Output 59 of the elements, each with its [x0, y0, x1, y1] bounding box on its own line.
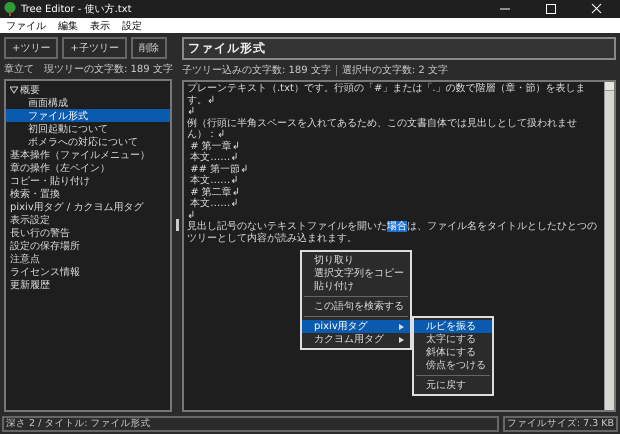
text-line: 本文……↲ [189, 152, 240, 164]
menu-bar-item[interactable]: ファイル [6, 18, 46, 32]
text-line: ↲ [187, 210, 196, 221]
text-line: ## 第一節↲ [189, 164, 250, 174]
tree-item[interactable]: 検索・置換 [6, 187, 170, 200]
text-line: 本文……↲ [189, 198, 240, 210]
tree-item[interactable]: pixiv用タグ / カクヨム用タグ [6, 200, 170, 213]
tree-icon [4, 2, 16, 16]
section-label: 章立て [4, 62, 34, 76]
menu-bar-item[interactable]: 表示 [90, 18, 110, 32]
char-count: 現ツリーの文字数: 189 文字 [44, 62, 173, 76]
tree-item[interactable]: ライセンス情報 [6, 265, 170, 278]
menu-bar-item[interactable]: 設定 [122, 18, 142, 32]
menu-item[interactable]: 選択文字列をコピー [302, 267, 410, 280]
submenu-item[interactable]: カクヨム用タグ [302, 333, 410, 346]
text-line: # 第二章↲ [189, 186, 242, 198]
menu-bar-item[interactable]: 編集 [58, 18, 78, 32]
menu-item[interactable]: 元に戻す [414, 379, 492, 392]
menu-item[interactable]: 傍点をつける [414, 359, 492, 372]
text-line: ↲ [187, 106, 196, 118]
tree-item[interactable]: 注意点 [6, 252, 170, 265]
text-line: 本文……↲ [189, 175, 240, 186]
tree-item[interactable]: コピー・貼り付け [6, 174, 170, 187]
selection-count: 選択中の文字数: 2 文字 [342, 64, 448, 77]
tree-item[interactable]: 章の操作（左ペイン） [6, 161, 170, 174]
toolbar-button[interactable]: +子ツリー [62, 37, 127, 59]
menu-item[interactable]: 太字にする [414, 333, 492, 346]
text-line: 例（行頭に半角スペースを入れてあるため、この文書自体では見出しとして扱われません）：↲ [187, 118, 578, 140]
tree-item[interactable]: 初回起動について [6, 122, 170, 135]
status-text: 深さ 2 / タイトル: ファイル形式 [2, 416, 499, 432]
submenu-arrow-icon [399, 336, 404, 342]
scrollbar[interactable] [604, 82, 614, 410]
menu-item[interactable]: 斜体にする [414, 346, 492, 359]
toolbar-button[interactable]: +ツリー [4, 37, 58, 59]
splitter-handle[interactable] [176, 218, 178, 230]
tree-item[interactable]: 画面構成 [6, 96, 170, 109]
tree-item[interactable]: 更新履歴 [6, 278, 170, 291]
file-size: ファイルサイズ: 7.3 KB [502, 416, 618, 432]
tree-item[interactable]: 概要 [6, 83, 170, 96]
text-line: # 第一章↲ [189, 140, 242, 152]
menu-item[interactable]: 貼り付け [302, 280, 410, 293]
tree-item[interactable]: ファイル形式 [6, 109, 170, 122]
submenu-arrow-icon [399, 324, 404, 330]
toolbar-button[interactable]: 削除 [130, 37, 167, 59]
text-line: プレーンテキスト（.txt）です。行頭の「#」または「.」の数で階層（章・節）を表します。↲ [187, 83, 586, 106]
text-line: 見出し記号のないテキストファイルを開いた場合は、ファイル名をタイトルとしたひとつのツリーとして内容が読み込まれます。 [187, 221, 598, 244]
tree-item[interactable]: 表示設定 [6, 213, 170, 226]
menu-item[interactable]: 切り取り [302, 254, 410, 267]
tree-item[interactable]: ポメラへの対応について [6, 135, 170, 148]
tree-item[interactable]: 設定の保存場所 [6, 239, 170, 252]
title-field[interactable]: ファイル形式 [182, 37, 616, 60]
tree-item[interactable]: 基本操作（ファイルメニュー） [6, 148, 170, 161]
submenu-item[interactable]: pixiv用タグ [302, 320, 410, 333]
expanded-icon[interactable] [10, 86, 18, 94]
char-count: 子ツリー込みの文字数: 189 文字 [182, 64, 331, 77]
tree-item[interactable]: 長い行の警告 [6, 226, 170, 239]
window-title: Tree Editor - 使い方.txt [21, 2, 133, 16]
menu-item[interactable]: ルビを振る [414, 320, 492, 333]
menu-item[interactable]: この語句を検索する [302, 300, 410, 313]
